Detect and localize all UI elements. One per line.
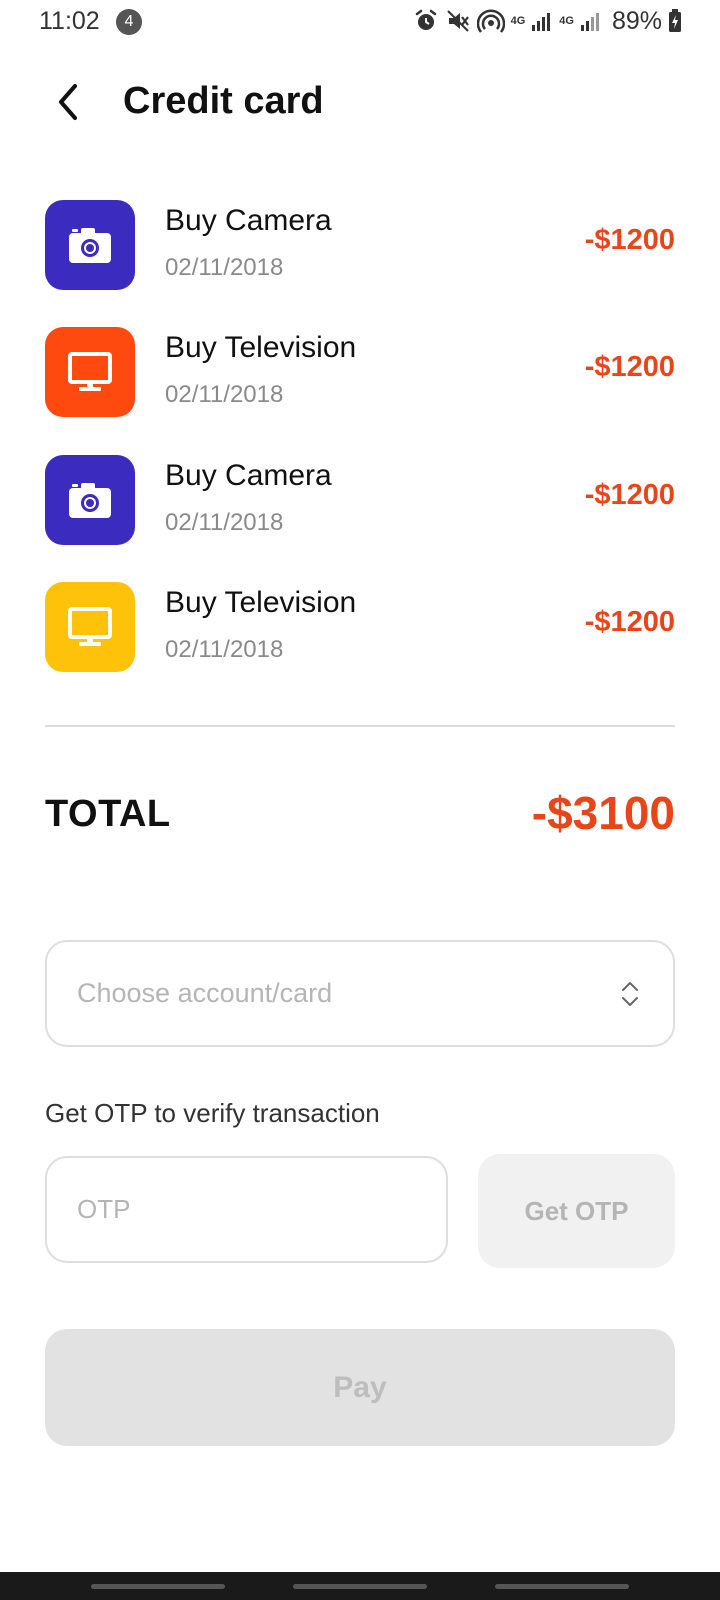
status-bar: 11:02 4 4G 4G 89% xyxy=(0,0,720,44)
transaction-row[interactable]: Buy Camera 02/11/2018 -$1200 xyxy=(45,455,675,545)
transaction-title: Buy Television xyxy=(165,586,357,619)
transaction-amount: -$1200 xyxy=(584,479,675,511)
nav-back[interactable] xyxy=(495,1584,629,1589)
transaction-date: 02/11/2018 xyxy=(165,381,284,408)
otp-input-placeholder: OTP xyxy=(77,1194,131,1224)
back-button[interactable] xyxy=(44,78,92,126)
otp-input[interactable]: OTP xyxy=(45,1156,448,1263)
signal-icon xyxy=(532,13,551,31)
system-navigation-bar xyxy=(0,1572,720,1600)
transaction-icon-tile xyxy=(45,200,135,290)
status-icons: 4G 4G 89% xyxy=(413,6,682,36)
total-value: -$3100 xyxy=(531,787,675,839)
transaction-icon-tile xyxy=(45,327,135,417)
pay-button[interactable]: Pay xyxy=(45,1329,675,1446)
mute-icon xyxy=(446,10,469,32)
transaction-date: 02/11/2018 xyxy=(165,636,284,663)
account-card-select[interactable]: Choose account/card xyxy=(45,940,675,1047)
hotspot-icon xyxy=(476,9,505,33)
battery-percentage: 89% xyxy=(611,6,662,35)
transaction-date: 02/11/2018 xyxy=(165,509,284,536)
transaction-icon-tile xyxy=(45,455,135,545)
transaction-amount: -$1200 xyxy=(584,606,675,638)
monitor-icon xyxy=(68,607,112,646)
camera-icon xyxy=(69,483,111,518)
account-select-placeholder: Choose account/card xyxy=(77,978,333,1008)
transaction-amount: -$1200 xyxy=(584,351,675,383)
chevron-up-down-icon xyxy=(622,982,638,1006)
transaction-row[interactable]: Buy Television 02/11/2018 -$1200 xyxy=(45,582,675,672)
network-type-2: 4G xyxy=(559,14,574,27)
network-type-1: 4G xyxy=(510,14,526,27)
nav-home[interactable] xyxy=(293,1584,427,1589)
transaction-icon-tile xyxy=(45,582,135,672)
status-time: 11:02 xyxy=(39,7,100,35)
notification-count-badge: 4 xyxy=(116,9,142,35)
transaction-title: Buy Television xyxy=(165,331,357,364)
get-otp-button[interactable]: Get OTP xyxy=(478,1154,675,1268)
page-title: Credit card xyxy=(123,80,324,122)
divider xyxy=(45,725,675,727)
transaction-amount: -$1200 xyxy=(584,224,675,256)
transaction-row[interactable]: Buy Television 02/11/2018 -$1200 xyxy=(45,327,675,417)
chevron-left-icon xyxy=(59,84,77,120)
signal-icon xyxy=(580,13,599,31)
transaction-row[interactable]: Buy Camera 02/11/2018 -$1200 xyxy=(45,200,675,290)
transaction-title: Buy Camera xyxy=(165,204,332,237)
total-label: TOTAL xyxy=(45,793,171,835)
camera-icon xyxy=(69,228,111,263)
battery-charging-icon xyxy=(669,9,681,32)
alarm-icon xyxy=(415,9,436,30)
otp-hint-text: Get OTP to verify transaction xyxy=(45,1098,380,1128)
nav-recent-apps[interactable] xyxy=(91,1584,225,1589)
transaction-title: Buy Camera xyxy=(165,459,332,492)
monitor-icon xyxy=(68,352,112,391)
transaction-date: 02/11/2018 xyxy=(165,254,284,281)
